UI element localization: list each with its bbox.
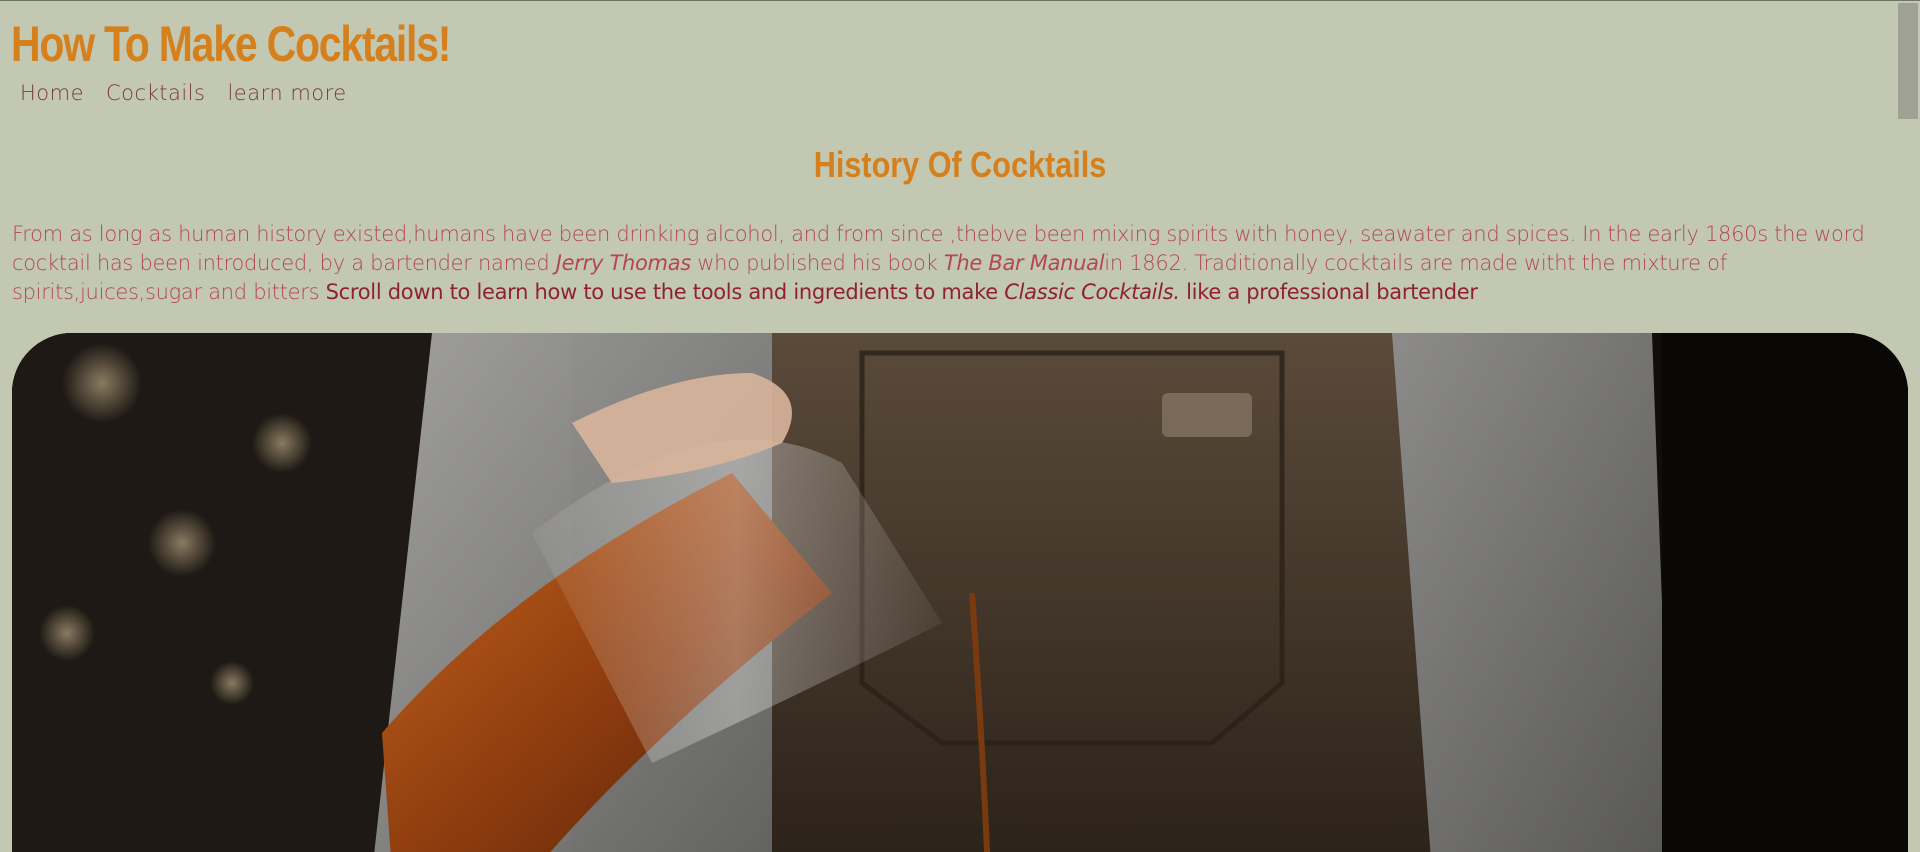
history-text-2: who published his book: [690, 251, 944, 275]
main-nav: Home Cocktails learn more: [20, 81, 347, 105]
hero-image: [12, 333, 1908, 852]
history-paragraph: From as long as human history existed,hu…: [12, 220, 1907, 307]
nav-link-home[interactable]: Home: [20, 81, 84, 105]
callout-text-1: Scroll down to learn how to use the tool…: [325, 280, 1005, 304]
history-heading: History Of Cocktails: [813, 144, 1107, 185]
site-title: How To Make Cocktails!: [11, 16, 451, 72]
scroll-callout: Scroll down to learn how to use the tool…: [326, 280, 1478, 304]
book-title: The Bar Manual: [943, 251, 1105, 275]
scrollbar-thumb[interactable]: [1898, 3, 1918, 119]
nav-link-learn-more[interactable]: learn more: [227, 81, 346, 105]
bartender-pouring-illustration: [12, 333, 1908, 852]
callout-italic: Classic Cocktails.: [1004, 280, 1180, 304]
nav-link-cocktails[interactable]: Cocktails: [106, 81, 205, 105]
bartender-name: Jerry Thomas: [555, 251, 691, 275]
page-scrollbar[interactable]: [1896, 1, 1920, 121]
callout-text-2: like a professional bartender: [1179, 280, 1478, 304]
